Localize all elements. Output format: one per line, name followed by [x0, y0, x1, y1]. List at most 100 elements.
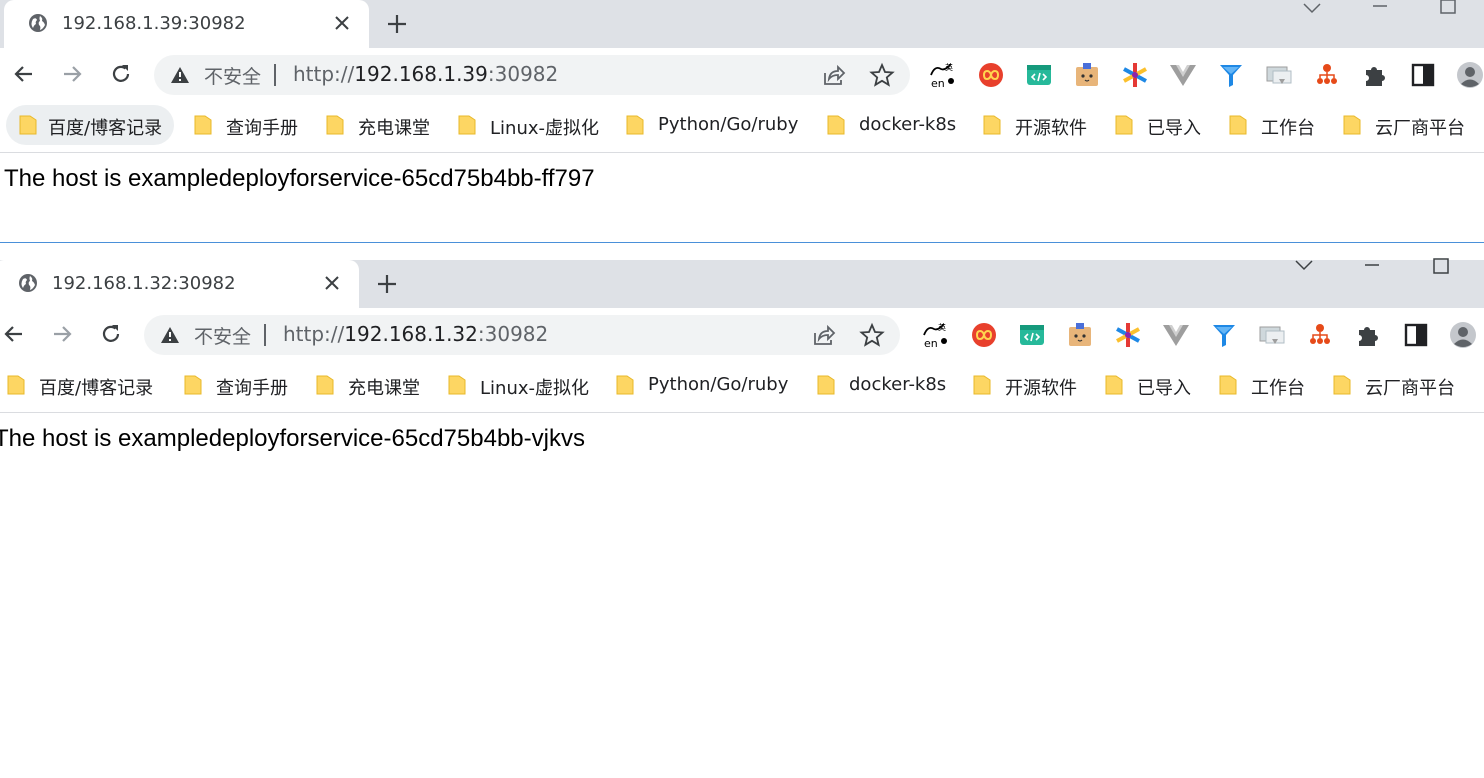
url-text[interactable]: http://192.168.1.32:30982 [283, 322, 548, 346]
bookmark-label: docker-k8s [859, 114, 957, 135]
back-arrow-icon[interactable] [11, 61, 37, 87]
tab-search-icon[interactable] [1292, 0, 1332, 22]
translate-en-icon[interactable]: en英 [929, 61, 957, 89]
colorful-star-icon[interactable] [1121, 61, 1149, 89]
share-icon[interactable] [822, 63, 846, 87]
bookmark-label: 开源软件 [1015, 118, 1087, 139]
folder-icon [827, 115, 845, 135]
bookmark-label: 充电课堂 [348, 378, 420, 399]
colorful-star-icon[interactable] [1114, 321, 1142, 349]
puzzle-extensions-icon[interactable] [1354, 321, 1382, 349]
bookmark-label: 工作台 [1261, 118, 1315, 139]
vue-devtools-icon[interactable] [1162, 321, 1190, 349]
share-icon[interactable] [812, 323, 836, 347]
folder-icon [983, 115, 1001, 135]
tab-search-icon[interactable] [1284, 257, 1324, 279]
browser-window-1: 192.168.1.39:30982 不安全 http://192.168.1.… [0, 0, 1484, 242]
page-body-text: The host is exampledeployforservice-65cd… [0, 425, 585, 452]
bookmark-label: Python/Go/ruby [648, 374, 789, 395]
bookmark-star-icon[interactable] [869, 62, 895, 88]
bookmark-label: 查询手册 [216, 378, 288, 399]
bookmark-label: Linux-虚拟化 [490, 118, 599, 139]
bookmark-label: 云厂商平台 [1365, 378, 1455, 399]
funnel-icon[interactable] [1217, 61, 1245, 89]
puzzle-extensions-icon[interactable] [1361, 61, 1389, 89]
folder-icon [19, 115, 37, 135]
maximize-icon[interactable] [1421, 257, 1461, 279]
profile-avatar-icon[interactable] [1456, 61, 1484, 89]
infinity-icon[interactable] [970, 321, 998, 349]
forward-arrow-icon[interactable] [59, 61, 85, 87]
side-panel-icon[interactable] [1402, 321, 1430, 349]
svg-text:en: en [924, 337, 938, 349]
bookmark-label: 开源软件 [1005, 378, 1077, 399]
screenshot-icon[interactable] [1258, 321, 1286, 349]
globe-icon [19, 274, 37, 292]
address-bar[interactable]: 不安全 http://192.168.1.32:30982 [144, 315, 900, 355]
bookmark-label: docker-k8s [849, 374, 947, 395]
screenshot-icon[interactable] [1265, 61, 1293, 89]
folder-icon [616, 375, 634, 395]
folder-icon [7, 375, 25, 395]
code-editor-icon[interactable] [1018, 321, 1046, 349]
address-bar[interactable]: 不安全 http://192.168.1.39:30982 [154, 55, 910, 95]
forward-arrow-icon[interactable] [49, 321, 75, 347]
side-panel-icon[interactable] [1409, 61, 1437, 89]
reload-icon[interactable] [108, 61, 134, 87]
tab-title: 192.168.1.32:30982 [52, 273, 236, 294]
divider [274, 64, 276, 86]
sitemap-icon[interactable] [1313, 61, 1341, 89]
close-tab-icon[interactable] [320, 271, 344, 295]
maximize-icon[interactable] [1428, 0, 1468, 22]
bookmark-label: 云厂商平台 [1375, 118, 1465, 139]
toolbar: 不安全 http://192.168.1.39:30982 en 英 [0, 48, 1484, 100]
divider [264, 324, 266, 346]
bookmark-label: Linux-虚拟化 [480, 378, 589, 399]
close-tab-icon[interactable] [330, 11, 354, 35]
cardboard-box-icon[interactable] [1073, 61, 1101, 89]
profile-avatar-icon[interactable] [1449, 321, 1477, 349]
infinity-icon[interactable] [977, 61, 1005, 89]
bookmark-label: 已导入 [1137, 378, 1191, 399]
bookmarks-bar: 百度/博客记录 查询手册 充电课堂 Linux-虚拟化 Python/Go/ru… [0, 360, 1484, 413]
svg-text:英: 英 [938, 322, 946, 332]
sitemap-icon[interactable] [1306, 321, 1334, 349]
cardboard-box-icon[interactable] [1066, 321, 1094, 349]
back-arrow-icon[interactable] [1, 321, 27, 347]
bookmark-folder[interactable]: 百度/博客记录 [6, 105, 174, 145]
translate-en-icon[interactable]: en英 [922, 321, 950, 349]
reload-icon[interactable] [98, 321, 124, 347]
bookmarks-bar: 百度/博客记录 查询手册 充电课堂 Linux-虚拟化 Python/Go/ru… [0, 100, 1484, 153]
svg-text:en: en [931, 77, 945, 89]
funnel-icon[interactable] [1210, 321, 1238, 349]
folder-icon [817, 375, 835, 395]
url-text[interactable]: http://192.168.1.39:30982 [293, 62, 558, 86]
folder-icon [973, 375, 991, 395]
toolbar: 不安全 http://192.168.1.32:30982 en 英 [0, 308, 1484, 360]
warning-icon[interactable] [170, 66, 190, 84]
new-tab-icon[interactable] [384, 11, 410, 37]
vue-devtools-icon[interactable] [1169, 61, 1197, 89]
bookmark-label: Python/Go/ruby [658, 114, 799, 135]
folder-icon [316, 375, 334, 395]
active-tab[interactable]: 192.168.1.32:30982 [0, 260, 359, 308]
bookmark-star-icon[interactable] [859, 322, 885, 348]
not-secure-label[interactable]: 不安全 [194, 322, 251, 349]
bookmark-label: 查询手册 [226, 118, 298, 139]
warning-icon[interactable] [160, 326, 180, 344]
folder-icon [184, 375, 202, 395]
folder-icon [448, 375, 466, 395]
folder-icon [1105, 375, 1123, 395]
bookmark-label: 已导入 [1147, 118, 1201, 139]
folder-icon [326, 115, 344, 135]
not-secure-label[interactable]: 不安全 [204, 62, 261, 89]
browser-window-2: 192.168.1.32:30982 不安全 http://192.168.1.… [0, 243, 1484, 778]
minimize-icon[interactable] [1352, 257, 1392, 279]
code-editor-icon[interactable] [1025, 61, 1053, 89]
active-tab[interactable]: 192.168.1.39:30982 [4, 0, 369, 48]
new-tab-icon[interactable] [374, 271, 400, 297]
minimize-icon[interactable] [1360, 0, 1400, 22]
bookmark-label: 充电课堂 [358, 118, 430, 139]
tab-strip: 192.168.1.39:30982 [0, 0, 1484, 48]
folder-icon [1343, 115, 1361, 135]
